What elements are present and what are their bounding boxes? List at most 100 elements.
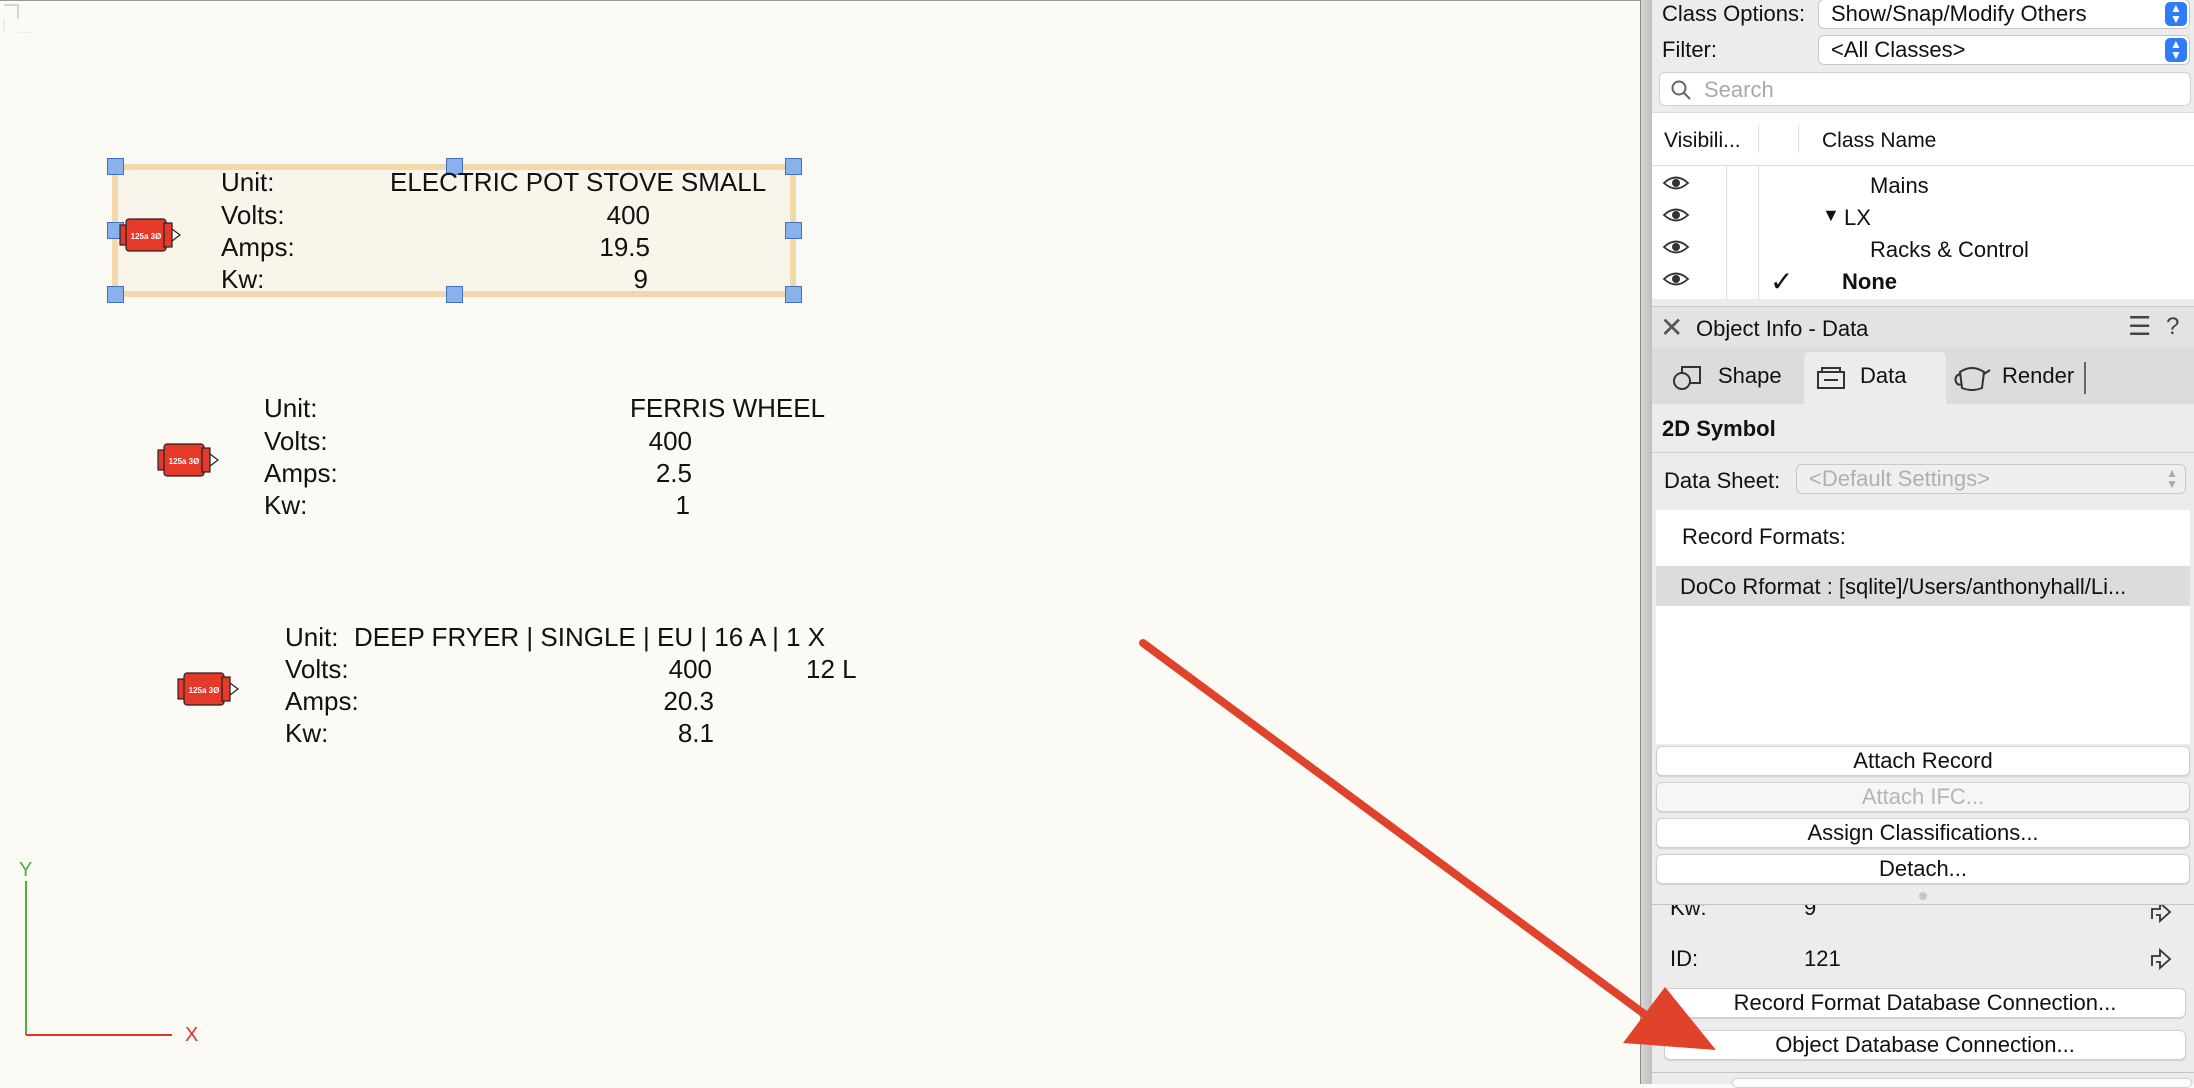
label-kw: Kw: — [221, 264, 265, 294]
class-list-header: Visibili... Class Name — [1652, 113, 2194, 166]
unit-value-continued: 12 L — [806, 654, 857, 684]
record-format-name: DoCo Rformat : [sqlite]/Users/anthonyhal… — [1680, 574, 2127, 599]
unit-value: ELECTRIC POT STOVE SMALL — [390, 167, 767, 197]
eye-icon[interactable] — [1662, 174, 1690, 192]
resize-handle-bottom-center[interactable] — [446, 286, 463, 303]
menu-icon[interactable]: ☰ — [2128, 311, 2151, 342]
eye-icon[interactable] — [1662, 206, 1690, 224]
object-db-connection-button[interactable]: Object Database Connection... — [1664, 1030, 2186, 1060]
amps-value: 19.5 — [599, 232, 650, 262]
field-label-kw: Kw: — [1670, 905, 1707, 920]
volts-value: 400 — [668, 654, 712, 684]
plug-rating-label: 125a 3Ø — [189, 686, 220, 695]
field-value-kw: 9 — [1804, 905, 1817, 920]
record-formats-list: Record Formats: DoCo Rformat : [sqlite]/… — [1656, 510, 2190, 744]
label-amps: Amps: — [221, 232, 295, 262]
disclosure-triangle-icon[interactable]: ▼ — [1822, 205, 1840, 226]
resize-handle-bottom-left[interactable] — [107, 286, 124, 303]
unit-value: DEEP FRYER | SINGLE | EU | 16 A | 1 X — [354, 622, 826, 652]
axis-indicator — [25, 881, 172, 1036]
drawing-canvas[interactable]: 125a 3Ø Unit: Volts: Amps: Kw: ELECTRIC … — [0, 0, 1640, 1085]
resize-handle-top-left[interactable] — [107, 158, 124, 175]
class-options-select[interactable]: Show/Snap/Modify Others ▲ ▼ — [1818, 0, 2190, 29]
field-label-id: ID: — [1670, 946, 1699, 971]
field-value-id: 121 — [1804, 946, 1841, 971]
section-title: 2D Symbol — [1662, 416, 1776, 441]
attach-ifc-button[interactable]: Attach IFC... — [1656, 782, 2190, 812]
y-axis-label: Y — [19, 859, 33, 881]
shape-icon — [1673, 366, 1701, 390]
record-format-db-connection-button[interactable]: Record Format Database Connection... — [1664, 988, 2186, 1018]
class-row-none[interactable]: None — [1842, 269, 1897, 295]
label-unit: Unit: — [285, 622, 339, 652]
class-options-value: Show/Snap/Modify Others — [1831, 1, 2087, 26]
kw-value: 1 — [675, 490, 690, 520]
unit-value: FERRIS WHEEL — [630, 393, 826, 423]
column-visibility[interactable]: Visibili... — [1664, 129, 1741, 153]
chevron-updown-icon: ▲ ▼ — [2165, 2, 2187, 26]
eye-icon[interactable] — [1662, 238, 1690, 256]
label-volts: Volts: — [264, 426, 328, 456]
label-kw: Kw: — [285, 718, 329, 748]
help-icon[interactable]: ? — [2166, 313, 2179, 341]
tab-shape[interactable]: Shape — [1718, 352, 1782, 400]
chevron-updown-icon: ▲ ▼ — [2165, 38, 2187, 62]
resize-handle-middle-right[interactable] — [785, 222, 802, 239]
page-corner-marker — [3, 4, 32, 33]
class-options-label: Class Options: — [1662, 1, 1806, 26]
class-search-input[interactable]: Search — [1659, 72, 2191, 106]
volts-value: 400 — [606, 200, 650, 230]
label-kw: Kw: — [264, 490, 308, 520]
label-amps: Amps: — [264, 458, 338, 488]
record-format-item[interactable]: DoCo Rformat : [sqlite]/Users/anthonyhal… — [1656, 566, 2190, 606]
render-teapot-icon — [1954, 367, 1991, 391]
volts-value: 400 — [648, 426, 692, 456]
data-sheet-select[interactable]: <Default Settings> ▲ ▼ — [1796, 464, 2186, 494]
resize-handle-top-right[interactable] — [785, 158, 802, 175]
right-palette: Class Options: Show/Snap/Modify Others ▲… — [1652, 0, 2194, 1088]
filter-label: Filter: — [1662, 37, 1717, 62]
tab-data[interactable]: Data — [1860, 352, 1906, 400]
search-icon — [1671, 80, 1691, 100]
plug-rating-label: 125a 3Ø — [169, 457, 200, 466]
column-class-name[interactable]: Class Name — [1822, 129, 1936, 153]
field-row-kw: Kw: 9 — [1652, 905, 2194, 940]
class-row-lx[interactable]: LX — [1844, 205, 1871, 231]
tab-render[interactable]: Render — [2002, 352, 2074, 400]
data-sheet-label: Data Sheet: — [1664, 468, 1781, 493]
plug-rating-label: 125a 3Ø — [131, 232, 162, 241]
detach-button[interactable]: Detach... — [1656, 854, 2190, 884]
kw-value: 8.1 — [677, 718, 714, 748]
label-unit: Unit: — [221, 167, 275, 197]
power-plug-icon[interactable]: 125a 3Ø — [176, 667, 240, 711]
label-volts: Volts: — [285, 654, 349, 684]
chevron-updown-icon: ▲ ▼ — [2166, 466, 2178, 491]
record-formats-label: Record Formats: — [1682, 524, 1846, 549]
link-field-icon[interactable] — [2148, 905, 2174, 925]
active-class-check-icon: ✓ — [1770, 266, 1794, 297]
object-info-title: Object Info - Data — [1696, 316, 1869, 341]
bottom-field[interactable] — [1732, 1078, 2192, 1088]
kw-value: 9 — [633, 264, 648, 294]
data-record-icon — [1817, 367, 1845, 389]
data-sheet-value: <Default Settings> — [1809, 466, 1991, 491]
class-list: Visibili... Class Name Mains ▼ LX Racks … — [1652, 112, 2194, 299]
label-unit: Unit: — [264, 393, 318, 423]
class-row-mains[interactable]: Mains — [1870, 173, 1929, 199]
resize-grip[interactable] — [1919, 892, 1927, 900]
eye-icon[interactable] — [1662, 270, 1690, 288]
attach-record-button[interactable]: Attach Record — [1656, 746, 2190, 776]
amps-value: 2.5 — [655, 458, 692, 488]
assign-classifications-button[interactable]: Assign Classifications... — [1656, 818, 2190, 848]
class-row-racks-control[interactable]: Racks & Control — [1870, 237, 2029, 263]
label-amps: Amps: — [285, 686, 359, 716]
amps-value: 20.3 — [663, 686, 714, 716]
label-volts: Volts: — [221, 200, 285, 230]
power-plug-icon[interactable]: 125a 3Ø — [156, 438, 220, 482]
power-plug-icon[interactable]: 125a 3Ø — [118, 213, 182, 257]
resize-handle-bottom-right[interactable] — [785, 286, 802, 303]
link-field-icon[interactable] — [2148, 946, 2174, 972]
filter-value: <All Classes> — [1831, 37, 1966, 62]
filter-select[interactable]: <All Classes> ▲ ▼ — [1818, 35, 2190, 65]
close-icon[interactable]: ✕ — [1660, 311, 1683, 344]
